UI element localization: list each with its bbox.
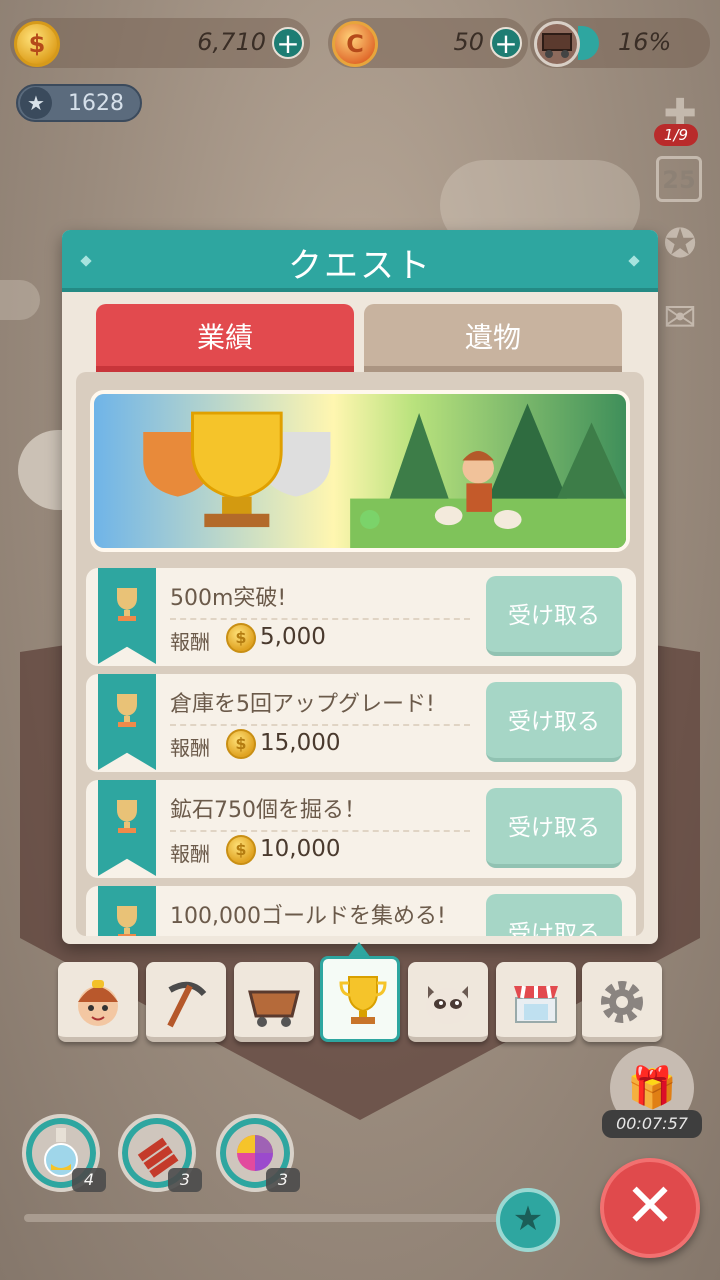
- star-orb-icon[interactable]: ★: [496, 1188, 560, 1252]
- dynamite-boost[interactable]: 3: [118, 1114, 202, 1192]
- quest-dialog: クエスト 業績 遺物 500m突破! 報酬 $ 5,000 受け取る 倉庫を5回…: [62, 230, 658, 944]
- puzzle-count: 1/9: [654, 124, 698, 146]
- claim-button[interactable]: 受け取る: [486, 894, 622, 936]
- dialog-title: クエスト: [288, 246, 432, 286]
- quest-banner-image: [90, 390, 630, 552]
- cash-value: 50: [453, 28, 484, 56]
- boost-count: 3: [168, 1168, 202, 1192]
- pickaxe-button[interactable]: [146, 962, 226, 1042]
- tab-achievements[interactable]: 業績: [96, 304, 354, 372]
- quest-title: 500m突破!: [170, 586, 287, 611]
- pet-button[interactable]: [408, 962, 488, 1042]
- divider: [170, 830, 470, 832]
- dollar-coin-icon: $: [14, 21, 60, 67]
- divider: [170, 618, 470, 620]
- quest-title: 倉庫を5回アップグレード!: [170, 692, 435, 717]
- reward-label: 報酬: [170, 736, 210, 760]
- settings-button[interactable]: [582, 962, 662, 1042]
- resource-bar: $ 6,710 + C 50 + 16%: [10, 18, 710, 72]
- quest-list[interactable]: 500m突破! 報酬 $ 5,000 受け取る 倉庫を5回アップグレード! 報酬…: [76, 372, 644, 936]
- mine-cart-icon: [248, 990, 300, 1027]
- miner-button[interactable]: [58, 962, 138, 1042]
- quest-title: 100,000ゴールドを集める!: [170, 904, 446, 929]
- potion-boost[interactable]: 4: [22, 1114, 106, 1192]
- trophy-ribbon: [98, 780, 156, 876]
- shop-button[interactable]: [496, 962, 576, 1042]
- cart-progress-fill: [578, 26, 599, 60]
- gold-coin-icon: $: [226, 729, 256, 759]
- cart-percent: 16%: [618, 28, 672, 56]
- claim-button[interactable]: 受け取る: [486, 576, 622, 656]
- gear-icon: [601, 981, 643, 1023]
- gold-value: 6,710: [197, 28, 266, 56]
- tab-relics[interactable]: 遺物: [364, 304, 622, 372]
- level-value: 1628: [68, 91, 124, 116]
- quest-row: 100,000ゴールドを集める! 受け取る: [86, 886, 636, 936]
- reward-value: 5,000: [260, 624, 326, 650]
- claim-button[interactable]: 受け取る: [486, 788, 622, 868]
- star-medal-icon: ★: [20, 87, 52, 119]
- quest-title: 鉱石750個を掘る！: [170, 798, 366, 823]
- calendar-icon[interactable]: 25: [656, 156, 702, 202]
- boost-count: 3: [266, 1168, 300, 1192]
- boost-count: 4: [72, 1168, 106, 1192]
- cash-coin-icon: C: [332, 21, 378, 67]
- trophy-ribbon: [98, 568, 156, 664]
- pickaxe-icon: [167, 981, 207, 1028]
- depth-track: [24, 1214, 524, 1222]
- trophy-icon: [117, 694, 137, 727]
- trophy-icon: [117, 588, 137, 621]
- claim-button[interactable]: 受け取る: [486, 682, 622, 762]
- trophy-icon: [117, 906, 137, 936]
- divider: [170, 724, 470, 726]
- reward-label: 報酬: [170, 630, 210, 654]
- quest-row: 500m突破! 報酬 $ 5,000 受け取る: [86, 568, 636, 666]
- reward-label: 報酬: [170, 842, 210, 866]
- gold-counter: $ 6,710 +: [10, 18, 310, 68]
- background-cloud: [0, 280, 40, 320]
- cat-face-icon: [426, 986, 470, 1024]
- candy-boost[interactable]: 3: [216, 1114, 300, 1192]
- gold-coin-icon: $: [226, 623, 256, 653]
- reward-value: 10,000: [260, 836, 341, 862]
- bottom-toolbar: [58, 956, 664, 1044]
- cart-capacity: 16%: [530, 18, 710, 68]
- gold-coin-icon: $: [226, 835, 256, 865]
- level-badge[interactable]: ★ 1628: [16, 84, 142, 122]
- cash-counter: C 50 +: [328, 18, 528, 68]
- cart-button[interactable]: [234, 962, 314, 1042]
- mail-icon[interactable]: ✉: [654, 292, 706, 344]
- trophy-ribbon: [98, 674, 156, 770]
- trophy-icon: [117, 800, 137, 833]
- trophy-icon: [339, 976, 387, 1024]
- add-cash-button[interactable]: +: [490, 27, 522, 59]
- close-button[interactable]: ✕: [600, 1158, 700, 1258]
- mine-cart-icon: [534, 21, 580, 67]
- shop-icon: [514, 985, 558, 1023]
- gift-timer: 00:07:57: [602, 1110, 702, 1138]
- reward-value: 15,000: [260, 730, 341, 756]
- quest-row: 鉱石750個を掘る！ 報酬 $ 10,000 受け取る: [86, 780, 636, 878]
- achievement-medal-icon[interactable]: ✪: [654, 218, 706, 270]
- quest-row: 倉庫を5回アップグレード! 報酬 $ 15,000 受け取る: [86, 674, 636, 772]
- quest-button[interactable]: [320, 956, 400, 1042]
- add-gold-button[interactable]: +: [272, 27, 304, 59]
- miner-face-icon: [78, 980, 118, 1026]
- dialog-header: クエスト: [62, 230, 658, 292]
- trophy-ribbon: [98, 886, 156, 936]
